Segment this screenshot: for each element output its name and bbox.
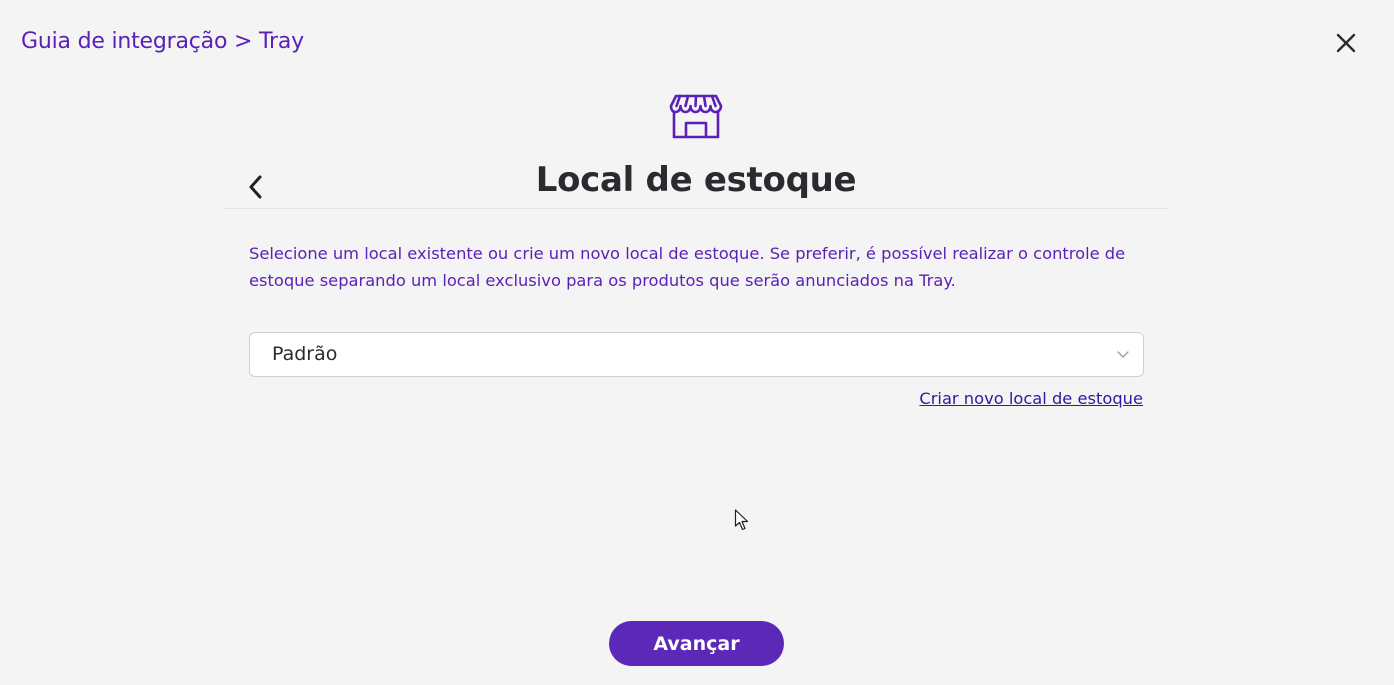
stock-location-select[interactable]: Padrão	[249, 332, 1144, 377]
create-stock-location-link[interactable]: Criar novo local de estoque	[919, 389, 1143, 408]
store-icon	[669, 93, 723, 139]
divider	[224, 208, 1168, 209]
chevron-down-icon	[1117, 351, 1129, 358]
page-title: Local de estoque	[535, 160, 857, 200]
step-description: Selecione um local existente ou crie um …	[249, 244, 1126, 290]
next-button[interactable]: Avançar	[609, 621, 784, 666]
mouse-cursor-icon	[734, 509, 749, 531]
close-icon	[1336, 33, 1356, 53]
breadcrumb: Guia de integração > Tray	[21, 29, 304, 54]
close-button[interactable]	[1334, 31, 1358, 55]
selected-value: Padrão	[272, 343, 338, 365]
